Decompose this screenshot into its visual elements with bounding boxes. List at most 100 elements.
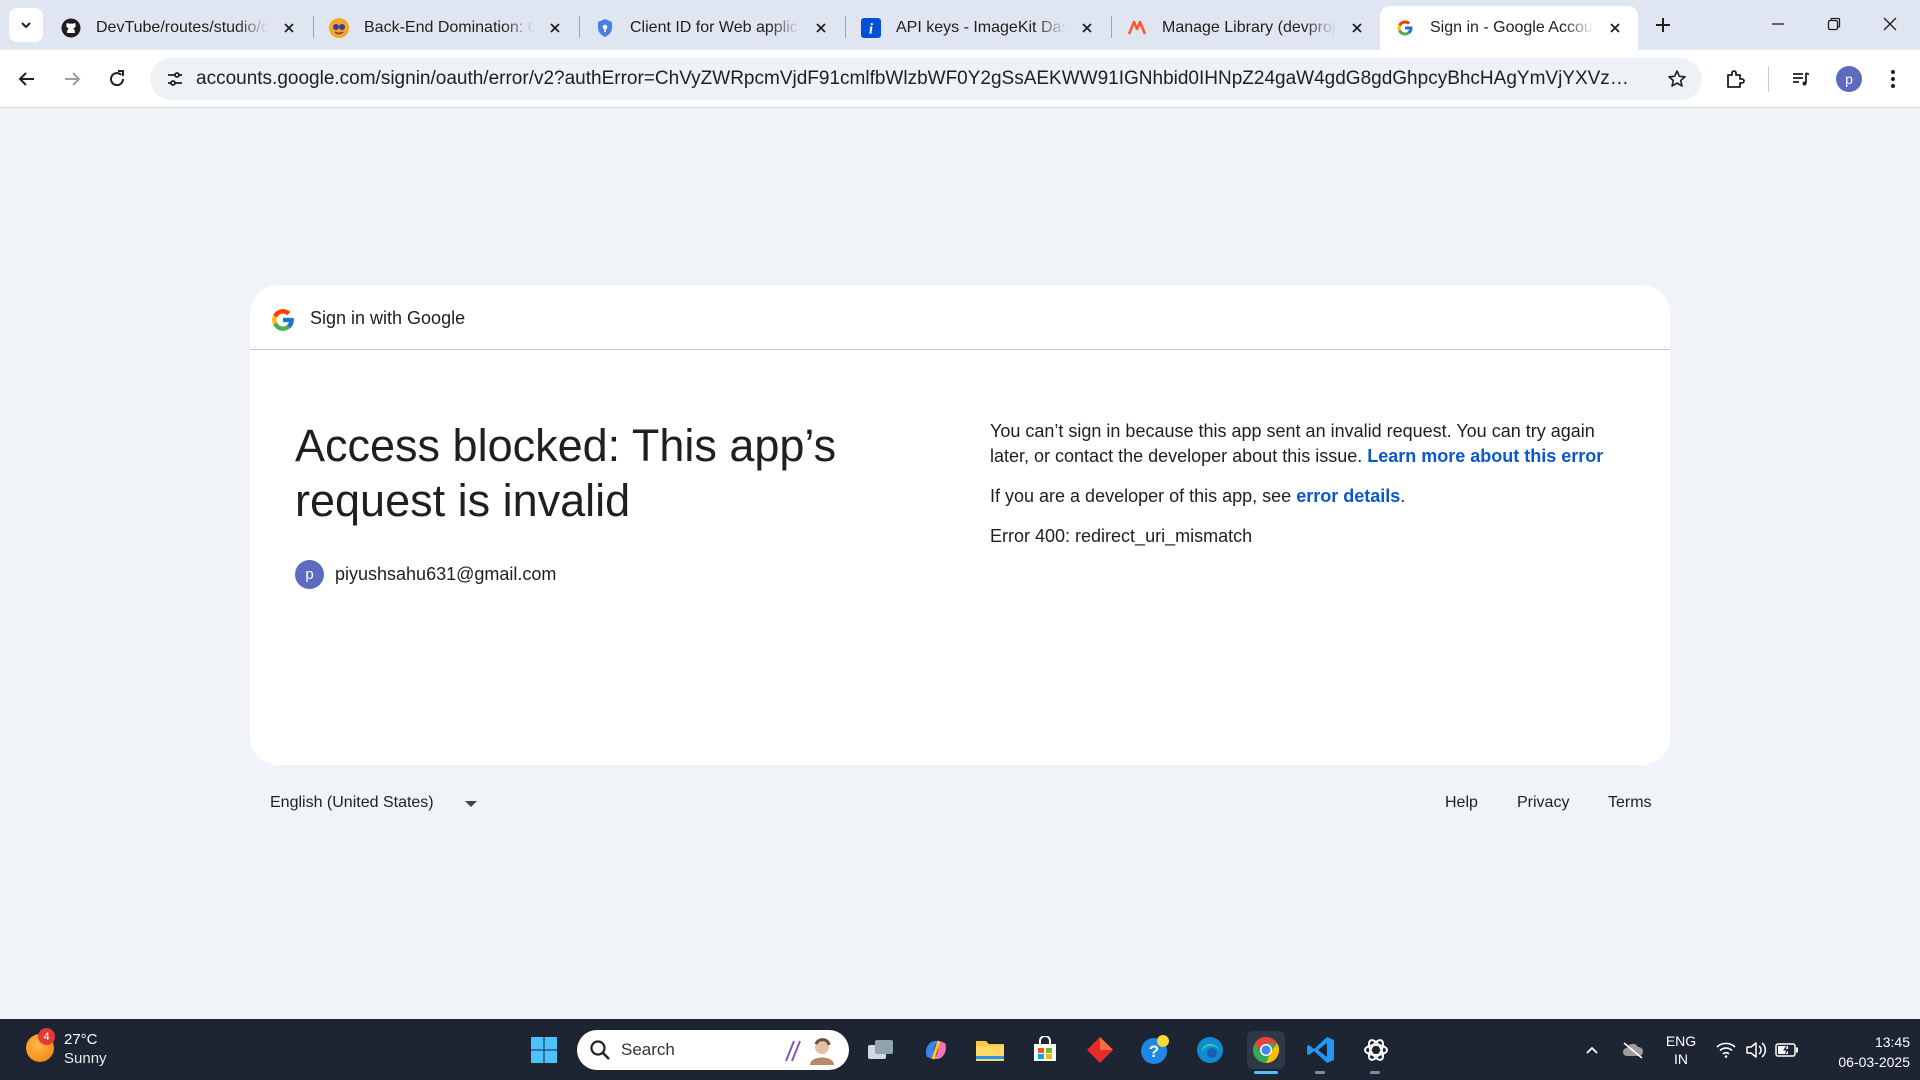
close-icon[interactable] — [544, 17, 566, 39]
google-icon — [1394, 17, 1416, 39]
help-app-button[interactable]: ? — [1136, 1031, 1174, 1069]
battery-charging-icon — [1775, 1042, 1798, 1057]
task-view-button[interactable] — [862, 1031, 900, 1069]
cloud-offline-icon — [1623, 1041, 1644, 1059]
chrome-icon — [1253, 1036, 1280, 1064]
bookmark-star-icon[interactable] — [1662, 64, 1692, 94]
weather-temp[interactable]: 27°C — [64, 1031, 98, 1048]
more-vertical-icon — [1891, 70, 1895, 88]
error-details-link[interactable]: error details — [1296, 486, 1400, 506]
input-language-button[interactable]: ENG IN — [1660, 1019, 1702, 1080]
restore-icon — [1827, 17, 1841, 31]
chatgpt-button[interactable] — [1357, 1031, 1395, 1069]
close-icon[interactable] — [278, 17, 300, 39]
card-header-title: Sign in with Google — [310, 308, 466, 328]
battery-status[interactable] — [1774, 1019, 1800, 1080]
wifi-icon — [1716, 1042, 1736, 1058]
store-icon — [1034, 1036, 1056, 1061]
chatgpt-icon — [1364, 1039, 1388, 1061]
edge-icon — [1197, 1037, 1223, 1063]
new-tab-button[interactable] — [1646, 10, 1680, 40]
account-chip[interactable]: p piyushsahu631@gmail.com — [295, 560, 556, 589]
toolbar-divider — [1768, 66, 1769, 92]
start-button[interactable] — [525, 1031, 563, 1069]
media-controls-button[interactable] — [1784, 62, 1818, 96]
microsoft-store-button[interactable] — [1026, 1031, 1064, 1069]
imagekit-icon: i — [860, 17, 882, 39]
file-explorer-button[interactable] — [971, 1031, 1009, 1069]
site-info-icon[interactable] — [160, 64, 190, 94]
vscode-button[interactable] — [1302, 1031, 1340, 1069]
wifi-status[interactable] — [1714, 1019, 1738, 1080]
forward-button[interactable] — [55, 62, 89, 96]
edge-button[interactable] — [1191, 1031, 1229, 1069]
onedrive-button[interactable] — [1618, 1019, 1648, 1080]
tab-devtube[interactable]: DevTube/routes/studio/ch — [46, 6, 312, 50]
error-code: Error 400: redirect_uri_mismatch — [990, 526, 1253, 546]
caret-down-icon[interactable] — [465, 801, 477, 807]
tab-manage-library[interactable]: Manage Library (devprojec — [1112, 6, 1380, 50]
restore-button[interactable] — [1806, 0, 1862, 48]
chrome-button[interactable] — [1247, 1031, 1285, 1069]
tab-imagekit[interactable]: i API keys - ImageKit Dashb — [846, 6, 1110, 50]
weather-badge: 4 — [38, 1028, 55, 1045]
chrome-menu-button[interactable] — [1876, 62, 1910, 96]
tab-google-sign-in[interactable]: Sign in - Google Accounts — [1380, 6, 1638, 50]
learn-more-link[interactable]: Learn more about this error — [1367, 446, 1603, 466]
url-text[interactable]: accounts.google.com/signin/oauth/error/v… — [196, 68, 1632, 90]
avatar: p — [295, 560, 324, 589]
tab-title: Manage Library (devprojec — [1162, 19, 1336, 36]
help-link[interactable]: Help — [1445, 794, 1478, 812]
card-header: Sign in with Google — [250, 285, 1670, 350]
search-icon — [590, 1040, 610, 1060]
developer-note-text: If you are a developer of this app, see — [990, 486, 1297, 506]
active-app-indicator — [1254, 1071, 1278, 1074]
taskbar: 4 27°C Sunny Search ? ENG IN 13:45 06-03… — [0, 1019, 1920, 1080]
open-app-indicator — [1315, 1071, 1325, 1074]
puzzle-icon — [1727, 70, 1745, 88]
question-icon: ? — [1141, 1035, 1169, 1064]
folder-icon — [976, 1041, 1004, 1061]
reload-button[interactable] — [100, 62, 134, 96]
copilot-button[interactable] — [917, 1031, 955, 1069]
tab-title: Sign in - Google Accounts — [1430, 19, 1594, 36]
close-icon[interactable] — [1076, 17, 1098, 39]
playlist-icon — [1793, 72, 1810, 86]
language-select[interactable]: English (United States) — [270, 794, 434, 812]
tab-strip: DevTube/routes/studio/ch Back-End Domina… — [0, 0, 1920, 50]
vscode-icon — [1307, 1037, 1334, 1063]
system-clock[interactable]: 13:45 06-03-2025 — [1810, 1032, 1910, 1072]
mux-icon — [1126, 17, 1148, 39]
git-app-button[interactable] — [1081, 1031, 1119, 1069]
close-icon[interactable] — [810, 17, 832, 39]
volume-status[interactable] — [1744, 1019, 1768, 1080]
back-button[interactable] — [10, 62, 44, 96]
terms-link[interactable]: Terms — [1608, 794, 1652, 812]
privacy-link[interactable]: Privacy — [1517, 794, 1569, 812]
tab-search-button[interactable] — [9, 8, 43, 42]
arrow-right-icon — [65, 72, 81, 86]
minimize-button[interactable] — [1750, 0, 1806, 48]
weather-condition[interactable]: Sunny — [64, 1050, 107, 1067]
svg-text:?: ? — [1149, 1042, 1159, 1061]
tab-title: Back-End Domination: Cre — [364, 19, 534, 36]
lang-code: ENG — [1665, 1032, 1697, 1049]
error-details-column: You can’t sign in because this app sent … — [990, 419, 1620, 564]
profile-avatar[interactable]: p — [1836, 66, 1862, 92]
tab-client-id[interactable]: Client ID for Web applicati — [580, 6, 844, 50]
tab-backend-domination[interactable]: Back-End Domination: Cre — [314, 6, 578, 50]
speaker-icon — [1746, 1041, 1767, 1058]
sign-in-card: Sign in with Google Access blocked: This… — [250, 285, 1670, 765]
browser-toolbar: accounts.google.com/signin/oauth/error/v… — [0, 50, 1920, 108]
extensions-button[interactable] — [1718, 62, 1752, 96]
close-window-button[interactable] — [1862, 0, 1918, 48]
error-message: You can’t sign in because this app sent … — [990, 419, 1620, 469]
developer-note: If you are a developer of this app, see … — [990, 484, 1620, 509]
clock-time: 13:45 — [1874, 1034, 1910, 1050]
shield-icon — [594, 17, 616, 39]
taskbar-search[interactable]: Search — [577, 1030, 849, 1070]
close-icon[interactable] — [1604, 17, 1626, 39]
close-icon[interactable] — [1346, 17, 1368, 39]
show-hidden-icons-button[interactable] — [1580, 1019, 1604, 1080]
address-bar[interactable]: accounts.google.com/signin/oauth/error/v… — [150, 58, 1702, 100]
